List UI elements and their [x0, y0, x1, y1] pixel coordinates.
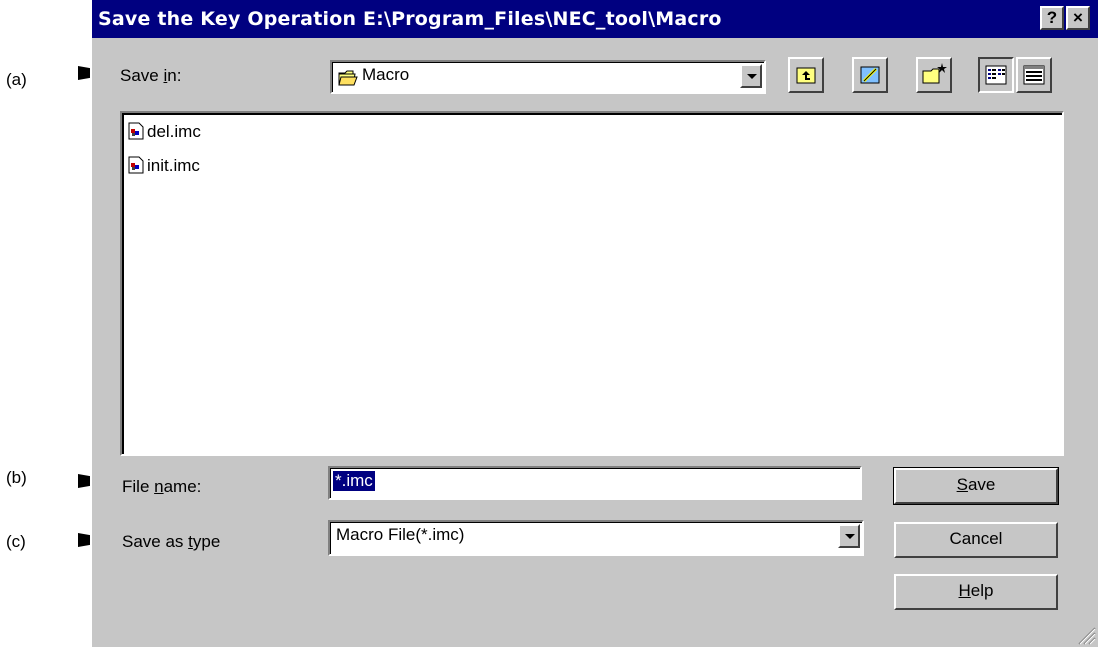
question-icon: ? [1046, 8, 1058, 27]
details-view-button[interactable] [1016, 57, 1052, 93]
chevron-down-icon[interactable] [740, 64, 762, 88]
save-in-label: Save in: [120, 66, 182, 85]
save-in-dropdown[interactable]: Macro [330, 60, 766, 94]
callout-c: (c) [6, 532, 26, 551]
save-as-type-label: Save as type [122, 532, 221, 551]
new-folder-icon [922, 63, 947, 84]
file-item[interactable]: init.imc [128, 155, 200, 179]
file-name-value: *.imc [333, 471, 375, 491]
save-in-value: Macro [362, 65, 410, 84]
help-title-button[interactable]: ? [1040, 6, 1064, 30]
macro-file-icon [128, 156, 144, 174]
macro-file-icon [128, 122, 144, 140]
save-as-type-dropdown[interactable]: Macro File(*.imc) [328, 520, 864, 556]
desktop-icon [860, 66, 880, 84]
save-as-type-value: Macro File(*.imc) [336, 525, 465, 544]
chevron-down-icon[interactable] [838, 524, 860, 548]
close-title-button[interactable]: × [1066, 6, 1090, 30]
file-name-label: init.imc [147, 156, 200, 175]
window-title: Save the Key Operation E:\Program_Files\… [98, 8, 722, 30]
file-name-label: File name: [122, 477, 202, 496]
file-name-input[interactable]: *.imc [328, 466, 862, 500]
help-button[interactable]: Help [894, 574, 1058, 610]
folder-icon [338, 70, 358, 86]
list-view-icon [985, 65, 1007, 85]
cancel-button[interactable]: Cancel [894, 522, 1058, 558]
list-view-button[interactable] [978, 57, 1014, 93]
up-folder-icon [796, 67, 816, 84]
resize-grip-icon[interactable] [1074, 623, 1096, 645]
up-one-level-button[interactable] [788, 57, 824, 93]
callout-b: (b) [6, 468, 27, 487]
details-view-icon [1023, 65, 1045, 85]
create-new-folder-button[interactable] [916, 57, 952, 93]
file-item[interactable]: del.imc [128, 121, 201, 145]
save-dialog: Save the Key Operation E:\Program_Files\… [90, 0, 1098, 647]
desktop-button[interactable] [852, 57, 888, 93]
callout-a: (a) [6, 70, 27, 89]
file-name-label: del.imc [147, 122, 201, 141]
file-list[interactable]: del.imc init.imc [120, 111, 1064, 456]
save-button[interactable]: Save [893, 467, 1059, 505]
title-bar[interactable]: Save the Key Operation E:\Program_Files\… [92, 0, 1098, 38]
close-icon: × [1073, 8, 1083, 27]
